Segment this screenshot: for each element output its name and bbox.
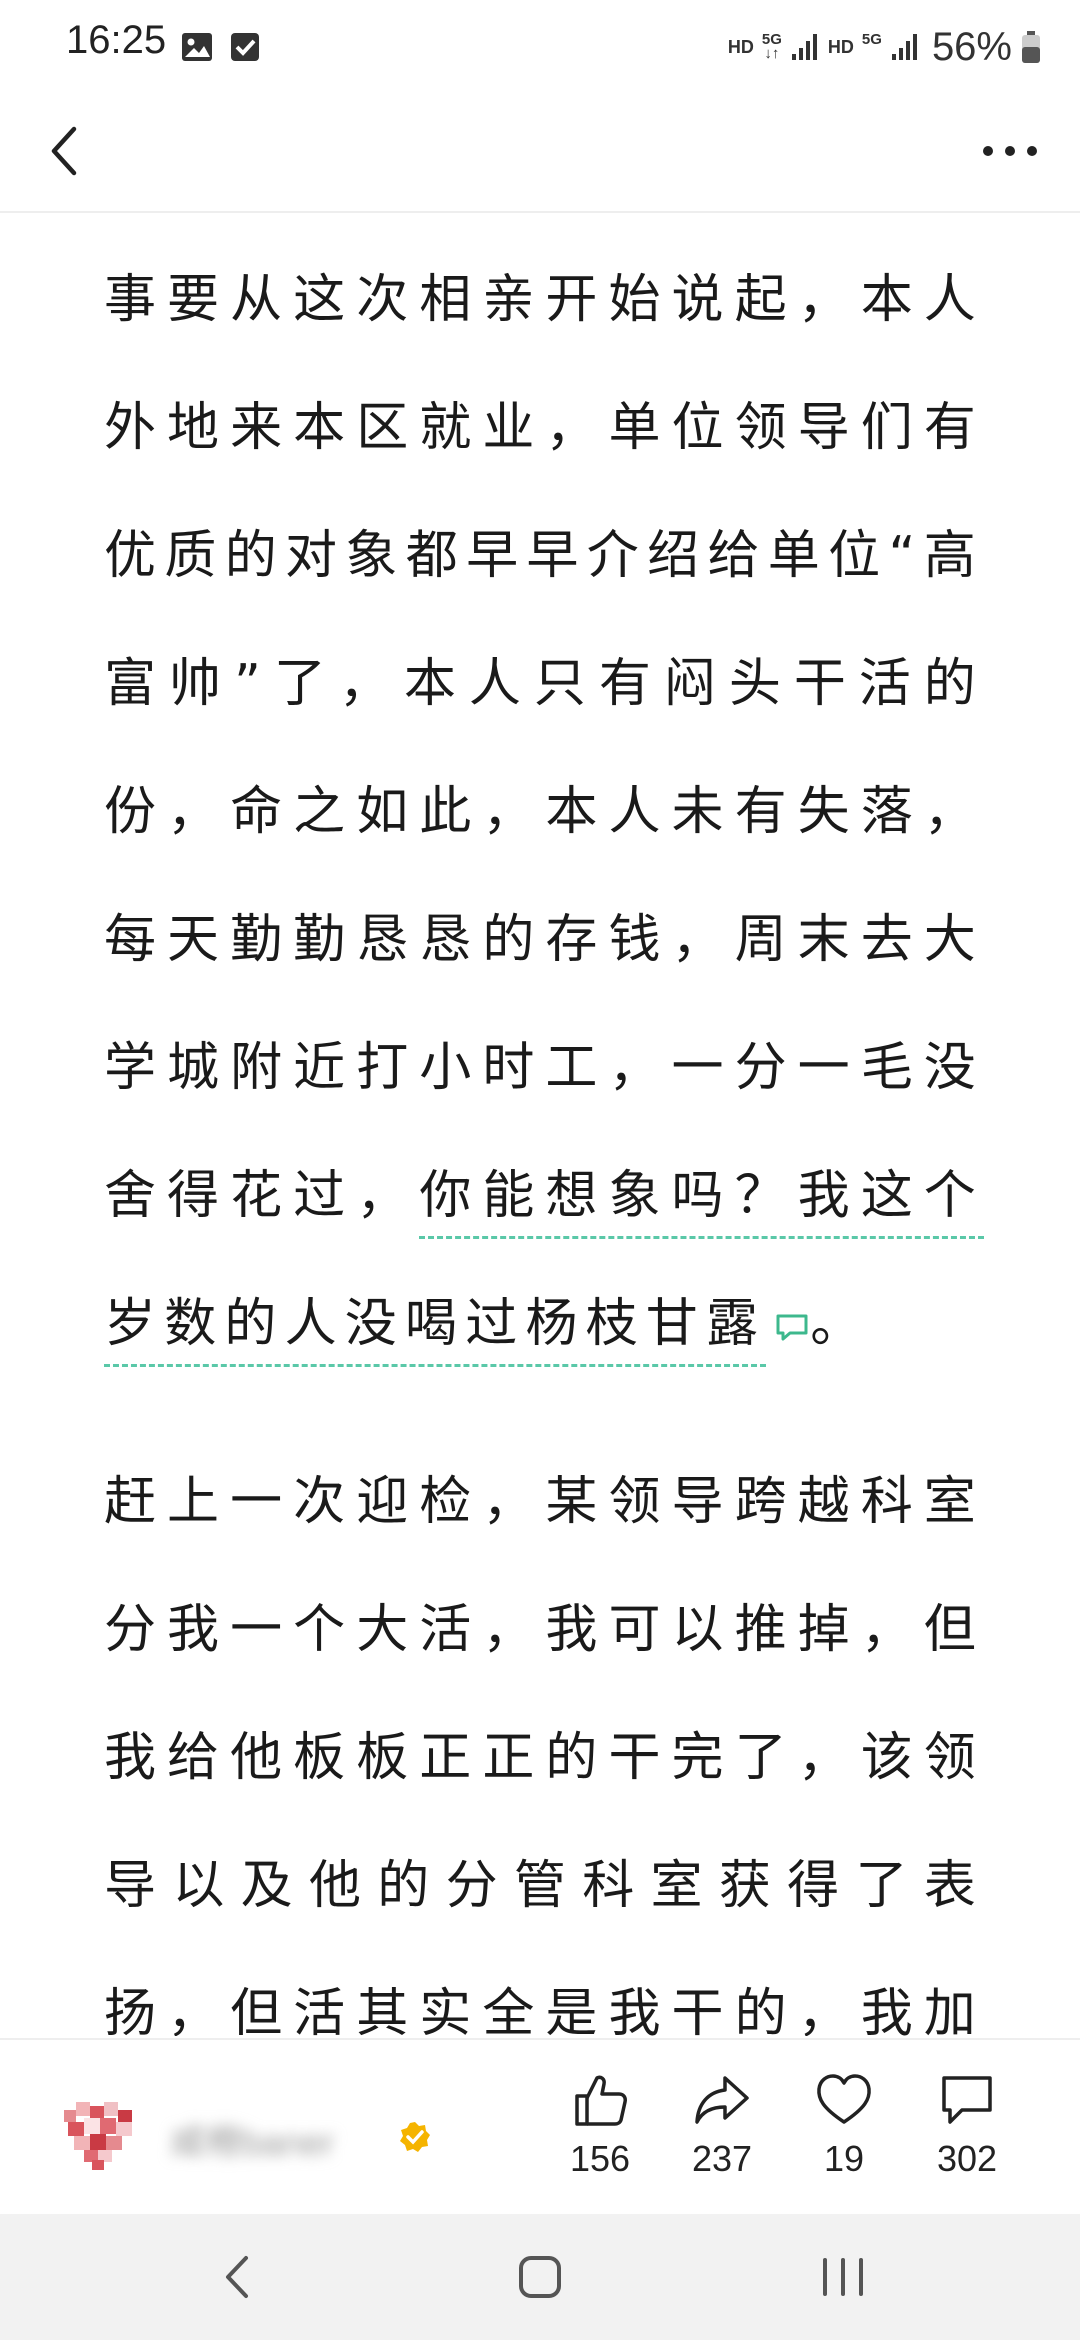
favorite-button[interactable]: 19: [789, 2070, 899, 2180]
nav-home-icon[interactable]: [500, 2244, 580, 2310]
paragraph-1-text: 事要从这次相亲开始说起，本人外地来本区就业，单位领导们有优质的对象都早早介绍给单…: [104, 270, 984, 1226]
paragraph-2: 赶上一次迎检，某领导跨越科室分我一个大活，我可以推掉，但我给他板板正正的干完了，…: [104, 1472, 984, 2036]
action-bar: 咸橙baner 156 237 19 302: [0, 2038, 1080, 2216]
status-bar: 16:25 HD 5G ↓↑ HD 5G 56%: [0, 0, 1080, 95]
comment-marker-icon[interactable]: [774, 1312, 810, 1342]
thumbs-up-icon: [575, 2075, 627, 2126]
article-body: 事要从这次相亲开始说起，本人外地来本区就业，单位领导们有优质的对象都早早介绍给单…: [104, 236, 984, 2036]
signal-icon-2: [891, 34, 917, 60]
share-count: 237: [691, 2138, 753, 2179]
nav-recents-icon[interactable]: [803, 2244, 883, 2310]
favorite-count: 19: [823, 2138, 865, 2179]
like-button[interactable]: 156: [545, 2070, 655, 2180]
image-icon: [182, 33, 212, 61]
heart-icon: [817, 2074, 871, 2124]
checkbox-icon: [231, 33, 259, 61]
author-name[interactable]: 咸橙baner: [170, 2114, 390, 2156]
paragraph-1: 事要从这次相亲开始说起，本人外地来本区就业，单位领导们有优质的对象都早早介绍给单…: [104, 236, 984, 1388]
comment-button[interactable]: 302: [912, 2070, 1022, 2180]
battery-icon: [1022, 31, 1040, 63]
status-indicators: HD 5G ↓↑ HD 5G 56%: [728, 22, 1042, 72]
comment-icon: [942, 2076, 992, 2124]
chevron-left-icon[interactable]: [30, 113, 106, 189]
share-button[interactable]: 237: [667, 2070, 777, 2180]
app-header: [0, 95, 1080, 213]
system-nav-bar: [0, 2214, 1080, 2340]
comment-count: 302: [936, 2138, 998, 2179]
verified-badge-icon: [400, 2122, 430, 2152]
status-time: 16:25: [66, 18, 167, 62]
paragraph-1-end: 。: [810, 1294, 871, 1354]
more-horizontal-icon[interactable]: [970, 113, 1050, 189]
5g-label-1: 5G ↓↑: [761, 31, 782, 62]
signal-icon-1: [791, 34, 817, 60]
5g-label-2: 5G: [861, 31, 882, 48]
like-count: 156: [569, 2138, 631, 2179]
share-icon: [695, 2076, 749, 2124]
battery-percent: 56%: [931, 24, 1012, 69]
hd-label-1: HD: [727, 36, 754, 57]
avatar[interactable]: [58, 2092, 142, 2176]
hd-label-2: HD: [827, 36, 854, 57]
nav-back-icon[interactable]: [200, 2244, 280, 2310]
